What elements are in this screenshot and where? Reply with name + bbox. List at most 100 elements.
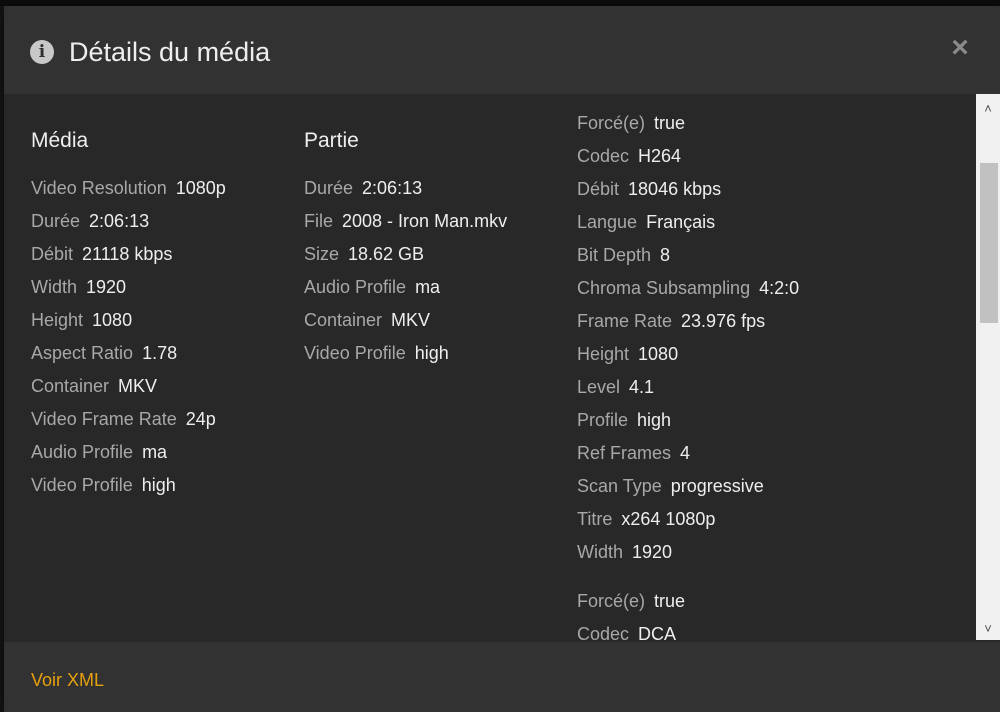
part-value: ma <box>415 277 441 297</box>
media-label: Video Resolution <box>31 178 167 198</box>
video-stream-label: Level <box>577 377 621 397</box>
scroll-up-arrow-icon[interactable]: ˄ <box>976 98 1000 120</box>
stream-separator <box>577 569 799 585</box>
video-stream-label: Scan Type <box>577 476 662 496</box>
media-row: Video Frame Rate 24p <box>31 403 226 436</box>
video-stream-row: Titre x264 1080p <box>577 503 799 536</box>
media-label: Video Profile <box>31 475 133 495</box>
part-row: Audio Profile ma <box>304 271 507 304</box>
video-stream-row: Forcé(e) true <box>577 107 799 140</box>
part-row: File 2008 - Iron Man.mkv <box>304 205 507 238</box>
media-row: Container MKV <box>31 370 226 403</box>
part-label: Durée <box>304 178 354 198</box>
audio-stream-row: Codec DCA <box>577 618 799 640</box>
close-button[interactable]: × <box>946 32 974 64</box>
video-stream-label: Height <box>577 344 630 364</box>
media-label: Video Frame Rate <box>31 409 177 429</box>
part-label: Size <box>304 244 340 264</box>
audio-stream-value: true <box>654 591 686 611</box>
audio-stream-label: Forcé(e) <box>577 591 646 611</box>
video-stream-value: 23.976 fps <box>681 311 766 331</box>
modal-title: Détails du média <box>69 37 271 67</box>
video-stream-value: true <box>654 113 686 133</box>
part-label: Video Profile <box>304 343 406 363</box>
media-row: Durée 2:06:13 <box>31 205 226 238</box>
video-stream-row: Width 1920 <box>577 536 799 569</box>
video-stream-label: Codec <box>577 146 630 166</box>
media-value: 2:06:13 <box>89 211 150 231</box>
video-stream-row: Profile high <box>577 404 799 437</box>
media-value: 21118 kbps <box>82 244 173 264</box>
media-label: Width <box>31 277 78 297</box>
media-value: 1.78 <box>142 343 178 363</box>
media-row: Audio Profile ma <box>31 436 226 469</box>
part-value: 2008 - Iron Man.mkv <box>342 211 508 231</box>
media-column: Média Video Resolution 1080p Durée 2:06:13 D… <box>31 126 226 502</box>
video-stream-value: H264 <box>638 146 682 166</box>
part-column: Partie Durée 2:06:13 File 2008 - Iron Man.m… <box>304 126 507 370</box>
media-row: Aspect Ratio 1.78 <box>31 337 226 370</box>
part-value: 2:06:13 <box>362 178 423 198</box>
scroll-down-arrow-icon[interactable]: ˅ <box>976 618 1000 640</box>
media-row: Height 1080 <box>31 304 226 337</box>
video-stream-value: high <box>637 410 672 430</box>
video-stream-value: x264 1080p <box>621 509 716 529</box>
media-label: Débit <box>31 244 74 264</box>
part-value: 18.62 GB <box>348 244 425 264</box>
audio-stream-value: DCA <box>638 624 677 640</box>
video-stream-label: Frame Rate <box>577 311 673 331</box>
media-value: 1080p <box>175 178 226 198</box>
media-row: Width 1920 <box>31 271 226 304</box>
part-row: Video Profile high <box>304 337 507 370</box>
video-stream-row: Frame Rate 23.976 fps <box>577 305 799 338</box>
part-value: high <box>414 343 449 363</box>
part-row: Durée 2:06:13 <box>304 172 507 205</box>
video-stream-label: Langue <box>577 212 638 232</box>
video-stream-group: Forcé(e) true Codec H264 Débit 18046 kbps Lang… <box>577 107 799 569</box>
video-stream-label: Chroma Subsampling <box>577 278 751 298</box>
streams-column: Forcé(e) true Codec H264 Débit 18046 kbps Lang… <box>577 107 799 640</box>
modal-header: i Détails du média × <box>4 6 1000 94</box>
video-stream-label: Profile <box>577 410 629 430</box>
video-stream-value: Français <box>646 212 716 232</box>
video-stream-value: 4:2:0 <box>759 278 800 298</box>
audio-stream-group: Forcé(e) true Codec DCA <box>577 585 799 640</box>
video-stream-value: 18046 kbps <box>628 179 722 199</box>
video-stream-value: 4 <box>680 443 691 463</box>
audio-stream-label: Codec <box>577 624 630 640</box>
media-label: Container <box>31 376 110 396</box>
media-value: 24p <box>185 409 216 429</box>
video-stream-label: Bit Depth <box>577 245 652 265</box>
part-value: MKV <box>391 310 431 330</box>
video-stream-label: Forcé(e) <box>577 113 646 133</box>
part-heading: Partie <box>304 129 359 152</box>
media-label: Aspect Ratio <box>31 343 134 363</box>
video-stream-row: Codec H264 <box>577 140 799 173</box>
video-stream-label: Débit <box>577 179 620 199</box>
part-row: Container MKV <box>304 304 507 337</box>
video-stream-value: 1080 <box>638 344 679 364</box>
media-value: MKV <box>118 376 158 396</box>
media-label: Height <box>31 310 84 330</box>
video-stream-label: Ref Frames <box>577 443 672 463</box>
video-stream-row: Level 4.1 <box>577 371 799 404</box>
modal-body[interactable]: Média Video Resolution 1080p Durée 2:06:13 D… <box>4 94 976 640</box>
video-stream-row: Height 1080 <box>577 338 799 371</box>
media-heading: Média <box>31 129 89 152</box>
part-label: Audio Profile <box>304 277 407 297</box>
info-icon: i <box>30 40 54 64</box>
part-row: Size 18.62 GB <box>304 238 507 271</box>
media-row: Video Profile high <box>31 469 226 502</box>
modal-footer: Voir XML <box>4 642 1000 712</box>
part-label: File <box>304 211 334 231</box>
video-stream-row: Scan Type progressive <box>577 470 799 503</box>
vertical-scrollbar[interactable]: ˄ ˅ <box>976 94 1000 640</box>
part-label: Container <box>304 310 383 330</box>
video-stream-value: 4.1 <box>629 377 655 397</box>
view-xml-link[interactable]: Voir XML <box>31 666 104 694</box>
video-stream-value: progressive <box>670 476 764 496</box>
video-stream-value: 8 <box>660 245 671 265</box>
media-value: high <box>141 475 176 495</box>
scroll-thumb[interactable] <box>980 163 998 324</box>
media-row: Video Resolution 1080p <box>31 172 226 205</box>
